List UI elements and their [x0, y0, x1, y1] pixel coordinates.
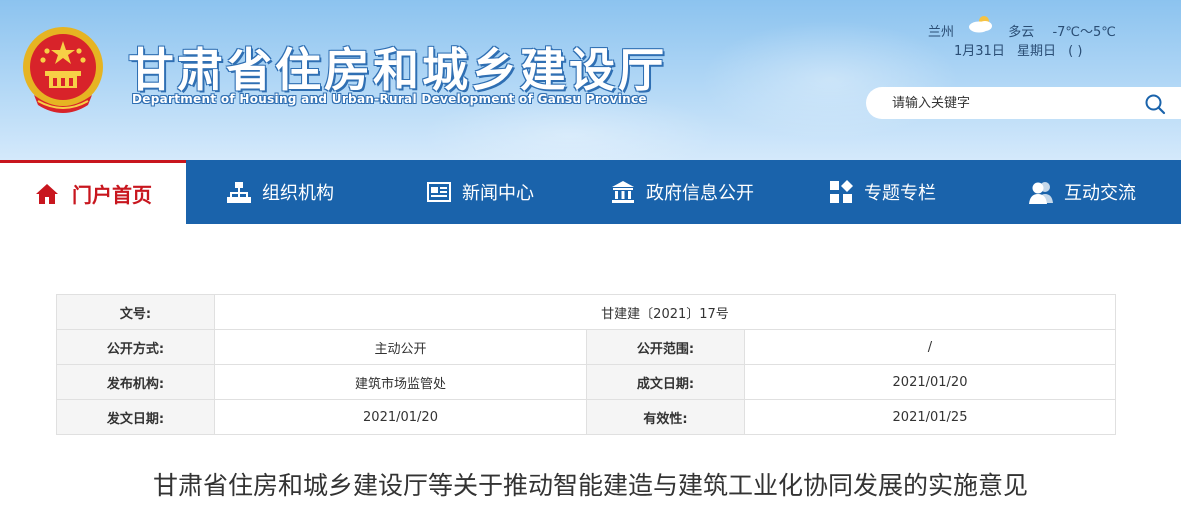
validity-label: 有效性: — [586, 399, 745, 435]
header-decoration — [700, 20, 960, 140]
table-row: 发布机构: 建筑市场监管处 成文日期: 2021/01/20 — [56, 364, 1116, 400]
current-date: 1月31日 — [954, 44, 1005, 59]
nav-item-label: 新闻中心 — [462, 183, 534, 204]
created-date-value: 2021/01/20 — [744, 364, 1116, 400]
weather-condition: 多云 — [1008, 25, 1035, 40]
government-building-icon — [612, 181, 634, 203]
created-date-label: 成文日期: — [586, 364, 745, 400]
national-emblem-icon — [23, 27, 103, 113]
date-line: 1月31日 星期日 ( ) — [954, 40, 1090, 59]
disclosure-scope-value: / — [744, 329, 1116, 365]
newspaper-icon — [427, 182, 451, 202]
cloudy-sun-icon — [969, 16, 993, 33]
nav-item-label: 互动交流 — [1064, 183, 1136, 204]
document-title: 甘肃省住房和城乡建设厅等关于推动智能建造与建筑工业化协同发展的实施意见 — [152, 471, 1028, 500]
table-row: 公开方式: 主动公开 公开范围: / — [56, 329, 1116, 365]
site-title: 甘肃省住房和城乡建设厅 — [128, 43, 667, 97]
nav-item-news[interactable]: 新闻中心 — [426, 160, 534, 224]
nav-item-home[interactable]: 门户首页 — [0, 160, 186, 224]
table-row: 发文日期: 2021/01/20 有效性: 2021/01/25 — [56, 399, 1116, 435]
weather-city: 兰州 — [928, 25, 955, 40]
nav-item-label: 门户首页 — [72, 183, 152, 207]
search-input[interactable] — [892, 93, 1132, 113]
site-header: 甘肃省住房和城乡建设厅 Department of Housing and Ur… — [0, 0, 1181, 160]
issuer-label: 发布机构: — [56, 364, 215, 400]
nav-item-label: 组织机构 — [262, 183, 334, 204]
validity-value: 2021/01/25 — [744, 399, 1116, 435]
disclosure-method-label: 公开方式: — [56, 329, 215, 365]
home-icon — [36, 183, 58, 204]
grid-diamond-icon — [830, 180, 853, 203]
weather-widget: 兰州 多云 -7℃～5℃ — [928, 14, 1116, 40]
weather-temperature: -7℃～5℃ — [1052, 25, 1116, 40]
org-chart-icon — [227, 182, 251, 203]
main-nav: 门户首页 组织机构 新闻中心 政府信息公开 专题专栏 互动交流 — [0, 160, 1181, 224]
nav-item-gov-info[interactable]: 政府信息公开 — [610, 160, 754, 224]
nav-item-interaction[interactable]: 互动交流 — [1028, 160, 1136, 224]
current-weekday: 星期日 — [1016, 44, 1056, 59]
nav-item-topics[interactable]: 专题专栏 — [828, 160, 936, 224]
nav-item-label: 专题专栏 — [864, 183, 936, 204]
users-icon — [1029, 182, 1053, 204]
issuer-value: 建筑市场监管处 — [214, 364, 587, 400]
date-extra: ( ) — [1068, 44, 1083, 59]
nav-item-label: 政府信息公开 — [646, 183, 754, 204]
doc-number-label: 文号: — [56, 294, 215, 330]
issue-date-label: 发文日期: — [56, 399, 215, 435]
doc-number-value: 甘建建〔2021〕17号 — [214, 294, 1116, 330]
document-info-table: 文号: 甘建建〔2021〕17号 公开方式: 主动公开 公开范围: / 发布机构… — [56, 294, 1116, 435]
search-box — [866, 87, 1181, 119]
table-row: 文号: 甘建建〔2021〕17号 — [56, 294, 1116, 330]
search-icon[interactable] — [1144, 93, 1166, 115]
issue-date-value: 2021/01/20 — [214, 399, 587, 435]
nav-item-organization[interactable]: 组织机构 — [226, 160, 334, 224]
disclosure-method-value: 主动公开 — [214, 329, 587, 365]
site-subtitle: Department of Housing and Urban-Rural De… — [132, 92, 647, 106]
disclosure-scope-label: 公开范围: — [586, 329, 745, 365]
